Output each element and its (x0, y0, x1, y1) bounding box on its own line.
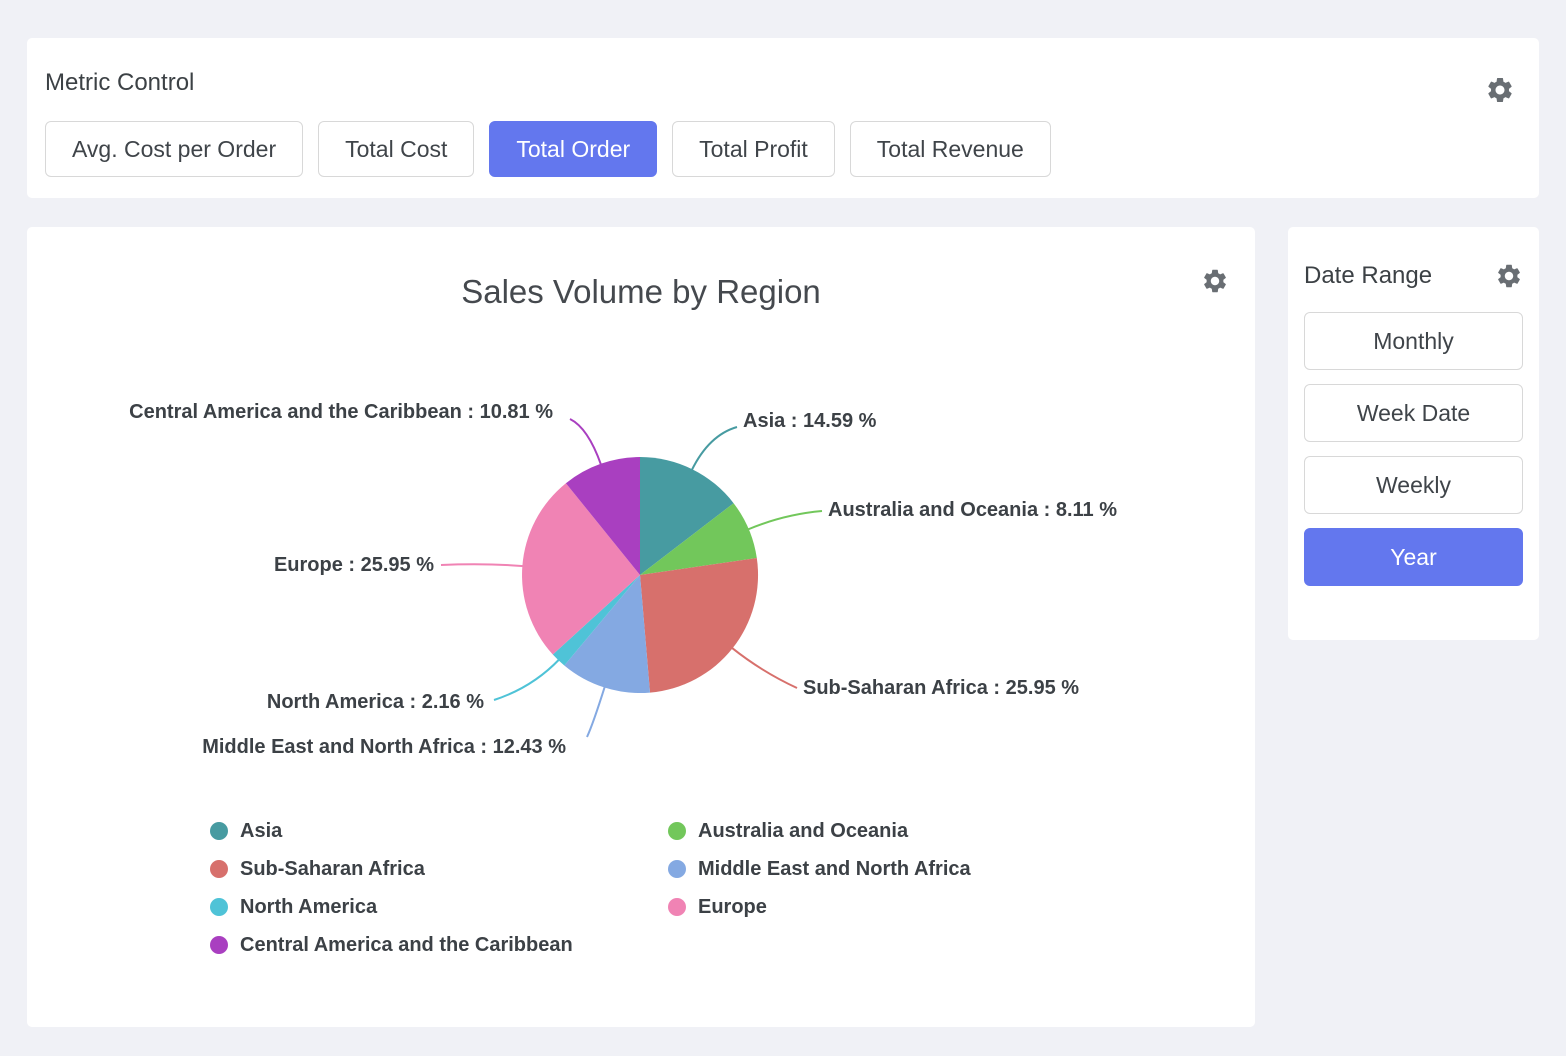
pie-label-europe: Europe : 25.95 % (274, 553, 434, 577)
pie-label-north-america: North America : 2.16 % (267, 690, 484, 714)
date-range-button-year[interactable]: Year (1304, 528, 1523, 586)
metric-button-avg-cost-per-order[interactable]: Avg. Cost per Order (45, 121, 303, 177)
legend-item-north-america[interactable]: North America (210, 895, 668, 919)
metric-button-total-cost[interactable]: Total Cost (318, 121, 474, 177)
date-range-header: Date Range (1304, 261, 1523, 291)
date-range-buttons: Monthly Week Date Weekly Year (1304, 312, 1523, 586)
date-range-card: Date Range Monthly Week Date Weekly Year (1288, 227, 1539, 640)
sales-volume-chart-card: Sales Volume by Region Asia : 14.59 %Aus… (27, 227, 1255, 1027)
date-range-button-monthly[interactable]: Monthly (1304, 312, 1523, 370)
legend-dot-asia (210, 822, 228, 840)
main-row: Sales Volume by Region Asia : 14.59 %Aus… (27, 227, 1539, 1027)
pie-label-central-america-and-the-caribbean: Central America and the Caribbean : 10.8… (129, 400, 553, 424)
pie-label-sub-saharan-africa: Sub-Saharan Africa : 25.95 % (803, 676, 1079, 700)
legend-label-sub-saharan-africa: Sub-Saharan Africa (240, 857, 425, 881)
legend-dot-australia-and-oceania (668, 822, 686, 840)
legend-item-australia-and-oceania[interactable]: Australia and Oceania (668, 819, 971, 843)
pie-label-australia-and-oceania: Australia and Oceania : 8.11 % (828, 498, 1117, 522)
metric-control-card: Metric Control Avg. Cost per Order Total … (27, 38, 1539, 198)
legend-dot-north-america (210, 898, 228, 916)
date-range-button-weekly[interactable]: Weekly (1304, 456, 1523, 514)
legend-label-europe: Europe (698, 895, 767, 919)
date-range-button-week-date[interactable]: Week Date (1304, 384, 1523, 442)
legend-label-asia: Asia (240, 819, 282, 843)
pie-leader-line-central-america-and-the-caribbean (570, 419, 601, 465)
legend-dot-europe (668, 898, 686, 916)
pie-leader-line-sub-saharan-africa (732, 648, 797, 688)
date-range-title: Date Range (1304, 261, 1432, 291)
pie-leader-line-australia-and-oceania (748, 511, 822, 530)
metric-control-title: Metric Control (45, 68, 1521, 98)
date-range-settings-gear-icon[interactable] (1495, 262, 1523, 290)
pie-leader-line-europe (441, 564, 523, 566)
legend-item-asia[interactable]: Asia (210, 819, 668, 843)
legend-item-europe[interactable]: Europe (668, 895, 971, 919)
metric-button-total-revenue[interactable]: Total Revenue (850, 121, 1051, 177)
legend-item-middle-east-and-north-africa[interactable]: Middle East and North Africa (668, 857, 971, 881)
chart-legend: Asia Australia and Oceania Sub-Saharan Afr… (210, 819, 971, 957)
metric-button-total-profit[interactable]: Total Profit (672, 121, 835, 177)
metric-button-total-order[interactable]: Total Order (489, 121, 657, 177)
pie-leader-line-middle-east-and-north-africa (587, 687, 605, 737)
metric-settings-gear-icon[interactable] (1485, 75, 1515, 105)
legend-label-australia-and-oceania: Australia and Oceania (698, 819, 908, 843)
legend-dot-sub-saharan-africa (210, 860, 228, 878)
pie-leader-line-asia (692, 427, 737, 470)
pie-leader-line-north-america (494, 660, 559, 701)
dashboard-page: Metric Control Avg. Cost per Order Total … (0, 0, 1566, 1056)
legend-dot-middle-east-and-north-africa (668, 860, 686, 878)
legend-item-central-america-and-the-caribbean[interactable]: Central America and the Caribbean (210, 933, 668, 957)
legend-label-north-america: North America (240, 895, 377, 919)
pie-slice-sub-saharan-africa[interactable] (640, 558, 758, 693)
metric-buttons-row: Avg. Cost per Order Total Cost Total Order… (45, 121, 1521, 177)
legend-label-middle-east-and-north-africa: Middle East and North Africa (698, 857, 971, 881)
legend-dot-central-america-and-the-caribbean (210, 936, 228, 954)
pie-label-asia: Asia : 14.59 % (743, 409, 876, 433)
pie-label-middle-east-and-north-africa: Middle East and North Africa : 12.43 % (202, 735, 566, 759)
legend-item-sub-saharan-africa[interactable]: Sub-Saharan Africa (210, 857, 668, 881)
legend-label-central-america-and-the-caribbean: Central America and the Caribbean (240, 933, 573, 957)
